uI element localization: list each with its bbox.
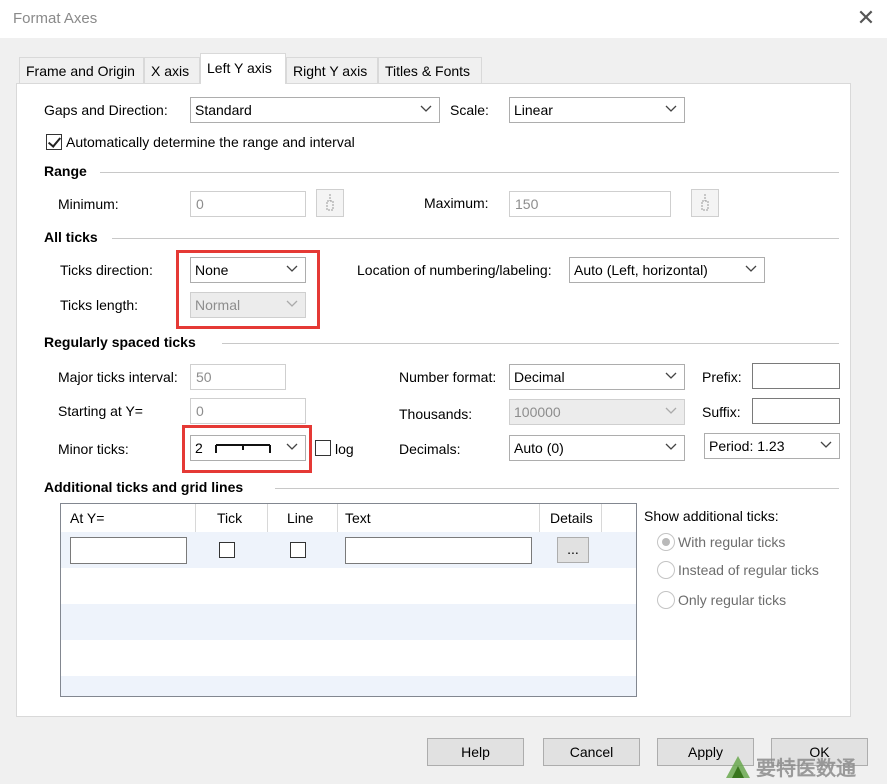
column-header-tick: Tick <box>217 510 243 526</box>
column-header-text: Text <box>345 510 371 526</box>
chevron-down-icon <box>745 265 757 272</box>
dropper-icon <box>701 194 709 211</box>
thousands-select[interactable]: 100000 <box>509 399 685 425</box>
tab-right-y-axis[interactable]: Right Y axis <box>286 57 378 83</box>
tab-titles-fonts[interactable]: Titles & Fonts <box>378 57 482 83</box>
line-checkbox[interactable] <box>290 542 306 558</box>
gaps-direction-select[interactable]: Standard <box>190 97 440 123</box>
ticks-direction-label: Ticks direction: <box>60 262 153 278</box>
chevron-down-icon <box>820 441 832 448</box>
number-format-label: Number format: <box>399 369 497 385</box>
column-separator <box>195 504 196 532</box>
thousands-value: 100000 <box>514 404 561 420</box>
tab-left-y-axis[interactable]: Left Y axis <box>200 53 286 84</box>
scale-select[interactable]: Linear <box>509 97 685 123</box>
column-separator <box>267 504 268 532</box>
major-interval-input[interactable]: 50 <box>190 364 286 390</box>
suffix-label: Suffix: <box>702 404 741 420</box>
decimals-value: Auto (0) <box>514 440 564 456</box>
maximum-picker-button[interactable] <box>691 189 719 217</box>
table-row <box>61 676 636 696</box>
number-format-select[interactable]: Decimal <box>509 364 685 390</box>
radio-only-regular[interactable] <box>657 591 675 609</box>
maximum-label: Maximum: <box>424 195 489 211</box>
divider <box>112 238 839 239</box>
radio-instead-of-regular[interactable] <box>657 561 675 579</box>
column-header-at-y: At Y= <box>70 510 105 526</box>
column-header-details: Details <box>550 510 593 526</box>
divider <box>100 172 839 173</box>
ticks-length-label: Ticks length: <box>60 297 139 313</box>
maximum-input[interactable]: 150 <box>509 191 671 217</box>
chevron-down-icon <box>420 105 432 112</box>
chevron-down-icon <box>665 372 677 379</box>
tab-x-axis[interactable]: X axis <box>144 57 200 83</box>
auto-range-label: Automatically determine the range and in… <box>66 134 355 150</box>
text-input[interactable] <box>345 537 532 564</box>
cancel-button[interactable]: Cancel <box>543 738 640 766</box>
radio-with-regular-label: With regular ticks <box>678 534 786 550</box>
column-separator <box>601 504 602 532</box>
watermark-text: 要特医数通 <box>756 758 856 780</box>
additional-ticks-table: At Y= Tick Line Text Details ... <box>60 503 637 697</box>
thousands-label: Thousands: <box>399 406 473 422</box>
additional-ticks-heading: Additional ticks and grid lines <box>44 479 244 495</box>
gaps-direction-value: Standard <box>195 102 252 118</box>
title-bar <box>0 0 887 38</box>
tab-frame-and-origin[interactable]: Frame and Origin <box>19 57 144 83</box>
location-numbering-select[interactable]: Auto (Left, horizontal) <box>569 257 765 283</box>
window-title: Format Axes <box>13 10 98 27</box>
decimals-select[interactable]: Auto (0) <box>509 435 685 461</box>
minor-ticks-label: Minor ticks: <box>58 441 129 457</box>
show-additional-label: Show additional ticks: <box>644 508 779 524</box>
prefix-label: Prefix: <box>702 369 742 385</box>
number-format-value: Decimal <box>514 369 565 385</box>
radio-only-regular-label: Only regular ticks <box>678 592 787 608</box>
tick-checkbox[interactable] <box>219 542 235 558</box>
regular-ticks-heading: Regularly spaced ticks <box>44 334 196 350</box>
all-ticks-heading: All ticks <box>44 229 98 245</box>
help-button[interactable]: Help <box>427 738 524 766</box>
log-checkbox[interactable] <box>315 440 331 456</box>
dropper-icon <box>326 194 334 211</box>
watermark-logo-icon <box>726 756 750 778</box>
minimum-picker-button[interactable] <box>316 189 344 217</box>
highlight-box <box>176 250 320 329</box>
chevron-down-icon <box>665 105 677 112</box>
radio-instead-of-regular-label: Instead of regular ticks <box>678 562 819 578</box>
minimum-input[interactable]: 0 <box>190 191 306 217</box>
gaps-direction-label: Gaps and Direction: <box>44 102 168 118</box>
scale-label: Scale: <box>450 102 489 118</box>
highlight-box <box>182 425 312 473</box>
table-row <box>61 604 636 640</box>
column-separator <box>337 504 338 532</box>
starting-at-input[interactable]: 0 <box>190 398 306 424</box>
suffix-input[interactable] <box>752 398 840 424</box>
auto-range-checkbox[interactable] <box>46 134 62 150</box>
chevron-down-icon <box>665 443 677 450</box>
divider <box>275 488 839 489</box>
decimals-label: Decimals: <box>399 441 461 457</box>
major-interval-label: Major ticks interval: <box>58 369 178 385</box>
radio-with-regular[interactable] <box>657 533 675 551</box>
close-button[interactable]: ✕ <box>853 5 879 31</box>
location-numbering-value: Auto (Left, horizontal) <box>574 262 708 278</box>
location-numbering-label: Location of numbering/labeling: <box>357 262 552 278</box>
chevron-down-icon <box>665 407 677 414</box>
column-separator <box>539 504 540 532</box>
range-heading: Range <box>44 163 87 179</box>
minimum-label: Minimum: <box>58 196 119 212</box>
divider <box>222 343 839 344</box>
log-label: log <box>335 441 354 457</box>
details-button[interactable]: ... <box>557 537 589 563</box>
period-value: Period: 1.23 <box>709 438 785 454</box>
scale-value: Linear <box>514 102 553 118</box>
column-header-line: Line <box>287 510 314 526</box>
at-y-input[interactable] <box>70 537 187 564</box>
prefix-input[interactable] <box>752 363 840 389</box>
starting-at-label: Starting at Y= <box>58 403 143 419</box>
period-select[interactable]: Period: 1.23 <box>704 433 840 459</box>
